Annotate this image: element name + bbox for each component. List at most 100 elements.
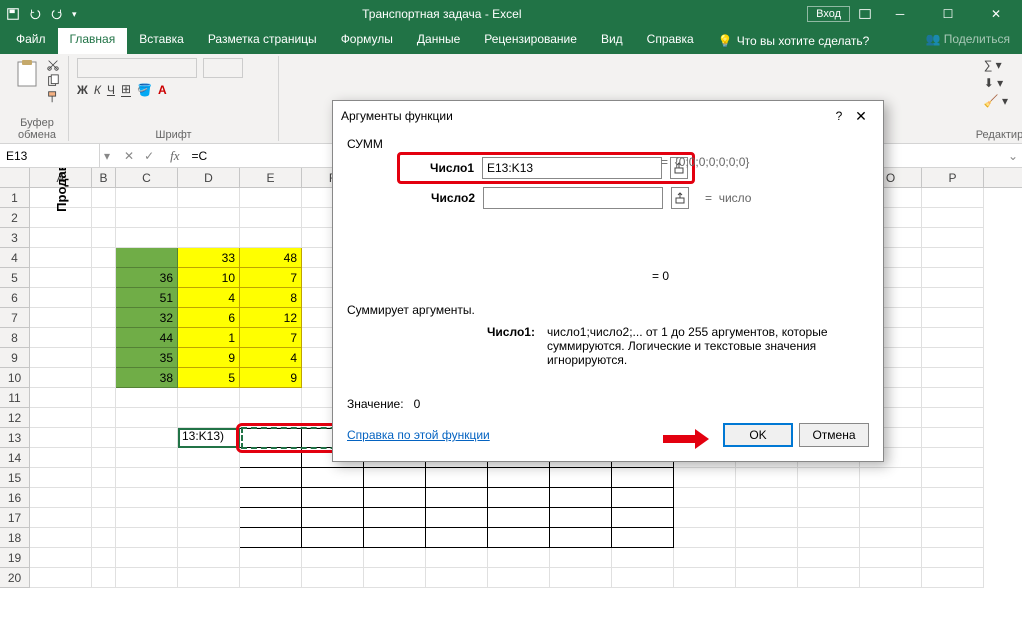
cell[interactable]	[116, 408, 178, 428]
row-header[interactable]: 2	[0, 208, 30, 228]
arg1-input[interactable]	[482, 157, 662, 179]
cell[interactable]	[92, 288, 116, 308]
cell[interactable]	[364, 548, 426, 568]
cell[interactable]	[550, 528, 612, 548]
cell[interactable]	[736, 508, 798, 528]
cell[interactable]	[116, 208, 178, 228]
cell[interactable]	[92, 308, 116, 328]
cell[interactable]: 38	[116, 368, 178, 388]
row-header[interactable]: 18	[0, 528, 30, 548]
cell[interactable]: 5	[178, 368, 240, 388]
cell[interactable]	[426, 488, 488, 508]
cell[interactable]	[30, 328, 92, 348]
cell[interactable]: 32	[116, 308, 178, 328]
cell[interactable]	[612, 528, 674, 548]
cell[interactable]	[922, 528, 984, 548]
cell[interactable]	[612, 488, 674, 508]
arg2-input[interactable]	[483, 187, 663, 209]
cell[interactable]	[92, 468, 116, 488]
bold-button[interactable]: Ж	[77, 83, 88, 97]
cell[interactable]	[240, 568, 302, 588]
cell[interactable]	[240, 468, 302, 488]
cell[interactable]	[612, 508, 674, 528]
cell[interactable]	[674, 488, 736, 508]
cell[interactable]: 1	[178, 328, 240, 348]
row-header[interactable]: 14	[0, 448, 30, 468]
cell[interactable]	[92, 408, 116, 428]
undo-icon[interactable]	[28, 7, 42, 21]
cell[interactable]	[860, 508, 922, 528]
accept-formula-icon[interactable]: ✓	[144, 149, 154, 163]
tab-insert[interactable]: Вставка	[127, 28, 196, 54]
cell[interactable]	[922, 548, 984, 568]
maximize-icon[interactable]: ☐	[928, 3, 968, 25]
tab-help[interactable]: Справка	[635, 28, 706, 54]
cell[interactable]	[30, 528, 92, 548]
cell[interactable]	[798, 508, 860, 528]
cell[interactable]	[240, 548, 302, 568]
row-header[interactable]: 16	[0, 488, 30, 508]
cell[interactable]	[30, 308, 92, 328]
cell[interactable]	[612, 548, 674, 568]
cell[interactable]	[240, 488, 302, 508]
cell[interactable]	[178, 548, 240, 568]
cell[interactable]	[116, 568, 178, 588]
tab-review[interactable]: Рецензирование	[472, 28, 589, 54]
cell[interactable]: 44	[116, 328, 178, 348]
cell[interactable]	[426, 548, 488, 568]
fx-icon[interactable]: fx	[164, 148, 185, 164]
cell[interactable]	[116, 188, 178, 208]
cell[interactable]	[674, 568, 736, 588]
cell[interactable]	[178, 188, 240, 208]
minimize-icon[interactable]: ─	[880, 3, 920, 25]
cell[interactable]	[116, 228, 178, 248]
tab-view[interactable]: Вид	[589, 28, 635, 54]
cell[interactable]: 7	[240, 328, 302, 348]
cell[interactable]	[922, 248, 984, 268]
cell[interactable]	[30, 248, 92, 268]
cell[interactable]	[302, 468, 364, 488]
cell[interactable]	[860, 548, 922, 568]
row-header[interactable]: 1	[0, 188, 30, 208]
cell[interactable]	[922, 468, 984, 488]
cell[interactable]	[736, 468, 798, 488]
cell[interactable]: 36	[116, 268, 178, 288]
cell[interactable]	[550, 468, 612, 488]
cell[interactable]	[178, 488, 240, 508]
cell[interactable]	[736, 488, 798, 508]
cell[interactable]	[798, 468, 860, 488]
cell[interactable]	[30, 268, 92, 288]
cell[interactable]: 51	[116, 288, 178, 308]
cell[interactable]	[736, 568, 798, 588]
cell[interactable]	[922, 428, 984, 448]
cell[interactable]	[736, 528, 798, 548]
cell[interactable]	[92, 368, 116, 388]
cell[interactable]	[798, 568, 860, 588]
save-icon[interactable]	[6, 7, 20, 21]
cell[interactable]	[922, 488, 984, 508]
font-size-select[interactable]	[203, 58, 243, 78]
cell[interactable]	[364, 468, 426, 488]
range-picker-icon[interactable]	[671, 187, 689, 209]
col-header[interactable]: C	[116, 168, 178, 187]
login-button[interactable]: Вход	[807, 6, 850, 22]
font-name-select[interactable]	[77, 58, 197, 78]
cancel-button[interactable]: Отмена	[799, 423, 869, 447]
row-header[interactable]: 11	[0, 388, 30, 408]
row-header[interactable]: 19	[0, 548, 30, 568]
cell[interactable]	[550, 568, 612, 588]
cell[interactable]	[860, 488, 922, 508]
cut-icon[interactable]	[46, 58, 60, 72]
dialog-close-icon[interactable]: ✕	[847, 108, 875, 125]
cell[interactable]	[364, 528, 426, 548]
cell[interactable]	[550, 548, 612, 568]
cell[interactable]	[30, 388, 92, 408]
col-header[interactable]: P	[922, 168, 984, 187]
cell[interactable]	[178, 568, 240, 588]
cell[interactable]	[302, 568, 364, 588]
cell[interactable]	[92, 428, 116, 448]
row-header[interactable]: 5	[0, 268, 30, 288]
cell[interactable]	[302, 548, 364, 568]
cell[interactable]	[178, 408, 240, 428]
border-button[interactable]: ⊞	[121, 82, 131, 97]
